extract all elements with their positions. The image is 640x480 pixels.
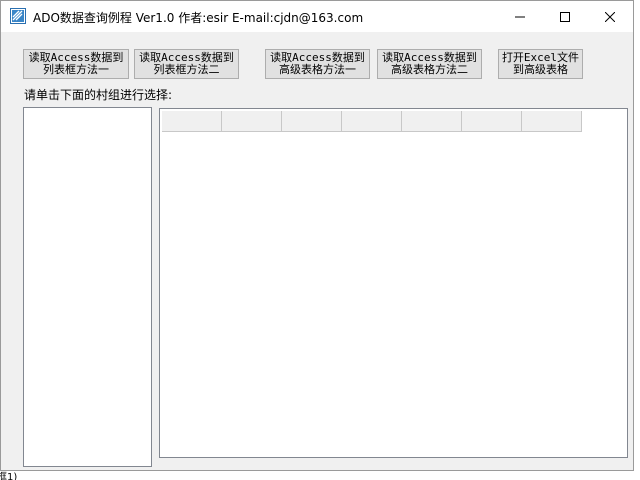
data-grid[interactable] xyxy=(159,108,628,458)
grid-header-cell[interactable] xyxy=(522,111,582,132)
grid-header-row xyxy=(162,111,582,132)
close-button[interactable] xyxy=(587,1,633,31)
read-access-to-listbox-method1-button[interactable]: 读取Access数据到 列表框方法一 xyxy=(23,49,129,79)
button-label-line2: 列表框方法二 xyxy=(153,63,220,76)
selection-prompt: 请单击下面的村组进行选择: xyxy=(24,88,173,102)
read-access-to-grid-method2-button[interactable]: 读取Access数据到 高级表格方法二 xyxy=(377,49,482,79)
maximize-button[interactable] xyxy=(542,1,588,31)
button-label-line2: 列表框方法一 xyxy=(43,63,109,76)
open-excel-to-grid-button[interactable]: 打开Excel文件 到高级表格 xyxy=(498,49,583,79)
window-title: ADO数据查询例程 Ver1.0 作者:esir E-mail:cjdn@163… xyxy=(33,11,364,25)
grid-header-cell[interactable] xyxy=(222,111,282,132)
main-window: ADO数据查询例程 Ver1.0 作者:esir E-mail:cjdn@163… xyxy=(0,0,634,471)
status-text: 框1) xyxy=(0,472,18,480)
grid-header-cell[interactable] xyxy=(462,111,522,132)
close-icon xyxy=(604,7,616,26)
grid-header-cell[interactable] xyxy=(162,111,222,132)
read-access-to-listbox-method2-button[interactable]: 读取Access数据到 列表框方法二 xyxy=(134,49,239,79)
button-label-line2: 高级表格方法一 xyxy=(279,63,356,76)
village-group-listbox[interactable] xyxy=(23,107,152,467)
grid-header-cell[interactable] xyxy=(342,111,402,132)
title-bar[interactable]: ADO数据查询例程 Ver1.0 作者:esir E-mail:cjdn@163… xyxy=(1,1,633,32)
grid-header-cell[interactable] xyxy=(402,111,462,132)
maximize-icon xyxy=(560,7,570,26)
background-strip: 框1) xyxy=(0,471,640,480)
read-access-to-grid-method1-button[interactable]: 读取Access数据到 高级表格方法一 xyxy=(265,49,370,79)
button-label-line2: 高级表格方法二 xyxy=(391,63,468,76)
minimize-button[interactable] xyxy=(497,1,543,31)
grid-header-cell[interactable] xyxy=(282,111,342,132)
button-label-line2: 到高级表格 xyxy=(513,63,568,76)
minimize-icon xyxy=(515,7,525,26)
app-icon[interactable] xyxy=(10,8,26,24)
